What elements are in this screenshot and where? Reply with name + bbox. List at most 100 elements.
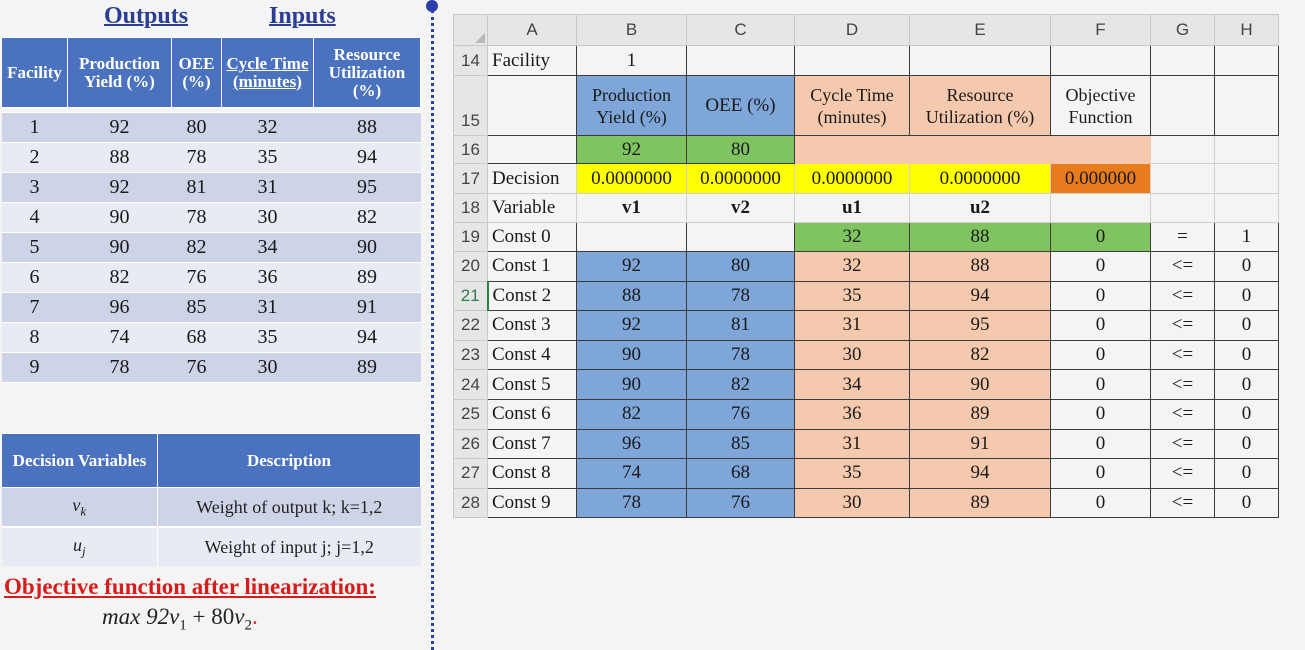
cell-g23[interactable]: <= <box>1150 339 1215 371</box>
cell-b24[interactable]: 90 <box>576 369 687 400</box>
cell-g19[interactable]: = <box>1150 222 1215 252</box>
cell-b16[interactable]: 92 <box>576 135 687 164</box>
column-header-h[interactable]: H <box>1214 14 1279 46</box>
row-number[interactable]: 18 <box>453 193 488 223</box>
cell-h14[interactable] <box>1214 45 1279 76</box>
cell-f18[interactable] <box>1050 193 1151 223</box>
column-header-a[interactable]: A <box>487 14 577 46</box>
cell-g22[interactable]: <= <box>1150 310 1215 341</box>
cell-c26[interactable]: 85 <box>686 428 795 460</box>
cell-d19[interactable]: 32 <box>794 222 910 252</box>
cell-f15[interactable]: Objective Function <box>1050 75 1151 136</box>
cell-d26[interactable]: 31 <box>794 428 910 460</box>
cell-c17[interactable]: 0.0000000 <box>686 163 795 194</box>
cell-d25[interactable]: 36 <box>794 398 910 430</box>
cell-c18[interactable]: v2 <box>686 193 795 223</box>
select-all-corner[interactable] <box>453 14 488 46</box>
cell-a15[interactable] <box>487 75 577 136</box>
cell-f28[interactable]: 0 <box>1050 487 1151 519</box>
cell-f25[interactable]: 0 <box>1050 398 1151 430</box>
cell-b26[interactable]: 96 <box>576 428 687 460</box>
column-header-b[interactable]: B <box>576 14 687 46</box>
cell-g25[interactable]: <= <box>1150 398 1215 430</box>
cell-e17[interactable]: 0.0000000 <box>909 163 1051 194</box>
cell-e25[interactable]: 89 <box>909 398 1051 430</box>
cell-c23[interactable]: 78 <box>686 339 795 371</box>
cell-f24[interactable]: 0 <box>1050 369 1151 400</box>
cell-b19[interactable] <box>576 222 687 252</box>
spreadsheet-grid[interactable]: A B C D E F G H 14 Facility 1 15 Product… <box>453 14 1279 519</box>
cell-c28[interactable]: 76 <box>686 487 795 519</box>
cell-a26[interactable]: Const 7 <box>487 428 577 460</box>
row-number[interactable]: 22 <box>453 310 488 341</box>
cell-c15[interactable]: OEE (%) <box>686 75 795 136</box>
cell-g21[interactable]: <= <box>1150 280 1215 312</box>
cell-h17[interactable] <box>1214 163 1279 194</box>
cell-f26[interactable]: 0 <box>1050 428 1151 460</box>
cell-h15[interactable] <box>1214 75 1279 136</box>
cell-d21[interactable]: 35 <box>794 280 910 312</box>
cell-a22[interactable]: Const 3 <box>487 310 577 341</box>
cell-d16[interactable] <box>794 135 910 164</box>
cell-d18[interactable]: u1 <box>794 193 910 223</box>
cell-a28[interactable]: Const 9 <box>487 487 577 519</box>
cell-g26[interactable]: <= <box>1150 428 1215 460</box>
cell-a14[interactable]: Facility <box>487 45 577 76</box>
cell-c19[interactable] <box>686 222 795 252</box>
row-number[interactable]: 25 <box>453 398 488 430</box>
cell-d23[interactable]: 30 <box>794 339 910 371</box>
cell-h19[interactable]: 1 <box>1214 222 1279 252</box>
cell-h16[interactable] <box>1214 135 1279 164</box>
cell-a25[interactable]: Const 6 <box>487 398 577 430</box>
cell-e18[interactable]: u2 <box>909 193 1051 223</box>
cell-f19[interactable]: 0 <box>1050 222 1151 252</box>
cell-a19[interactable]: Const 0 <box>487 222 577 252</box>
cell-g18[interactable] <box>1150 193 1215 223</box>
column-header-f[interactable]: F <box>1050 14 1151 46</box>
cell-c20[interactable]: 80 <box>686 251 795 282</box>
cell-c27[interactable]: 68 <box>686 458 795 489</box>
cell-a18[interactable]: Variable <box>487 193 577 223</box>
row-number[interactable]: 26 <box>453 428 488 460</box>
cell-d14[interactable] <box>794 45 910 76</box>
cell-a23[interactable]: Const 4 <box>487 339 577 371</box>
column-header-d[interactable]: D <box>794 14 910 46</box>
cell-d22[interactable]: 31 <box>794 310 910 341</box>
cell-b28[interactable]: 78 <box>576 487 687 519</box>
cell-g15[interactable] <box>1150 75 1215 136</box>
cell-f16[interactable] <box>1050 135 1151 164</box>
cell-e24[interactable]: 90 <box>909 369 1051 400</box>
cell-b22[interactable]: 92 <box>576 310 687 341</box>
cell-h27[interactable]: 0 <box>1214 458 1279 489</box>
cell-b27[interactable]: 74 <box>576 458 687 489</box>
cell-e15[interactable]: Resource Utilization (%) <box>909 75 1051 136</box>
cell-e14[interactable] <box>909 45 1051 76</box>
cell-c14[interactable] <box>686 45 795 76</box>
cell-g20[interactable]: <= <box>1150 251 1215 282</box>
cell-e27[interactable]: 94 <box>909 458 1051 489</box>
cell-a16[interactable] <box>487 135 577 164</box>
cell-g27[interactable]: <= <box>1150 458 1215 489</box>
cell-b15[interactable]: Production Yield (%) <box>576 75 687 136</box>
cell-b25[interactable]: 82 <box>576 398 687 430</box>
cell-f27[interactable]: 0 <box>1050 458 1151 489</box>
cell-h20[interactable]: 0 <box>1214 251 1279 282</box>
row-number[interactable]: 21 <box>453 280 488 312</box>
row-number[interactable]: 15 <box>453 75 488 136</box>
cell-d15[interactable]: Cycle Time (minutes) <box>794 75 910 136</box>
cell-a20[interactable]: Const 1 <box>487 251 577 282</box>
cell-f21[interactable]: 0 <box>1050 280 1151 312</box>
cell-h21[interactable]: 0 <box>1214 280 1279 312</box>
cell-b18[interactable]: v1 <box>576 193 687 223</box>
cell-e16[interactable] <box>909 135 1051 164</box>
cell-c24[interactable]: 82 <box>686 369 795 400</box>
cell-e26[interactable]: 91 <box>909 428 1051 460</box>
cell-a21[interactable]: Const 2 <box>486 280 577 312</box>
row-number[interactable]: 17 <box>453 163 488 194</box>
column-header-e[interactable]: E <box>909 14 1051 46</box>
row-number[interactable]: 23 <box>453 339 488 371</box>
cell-e21[interactable]: 94 <box>909 280 1051 312</box>
cell-g14[interactable] <box>1150 45 1215 76</box>
cell-f23[interactable]: 0 <box>1050 339 1151 371</box>
cell-d28[interactable]: 30 <box>794 487 910 519</box>
